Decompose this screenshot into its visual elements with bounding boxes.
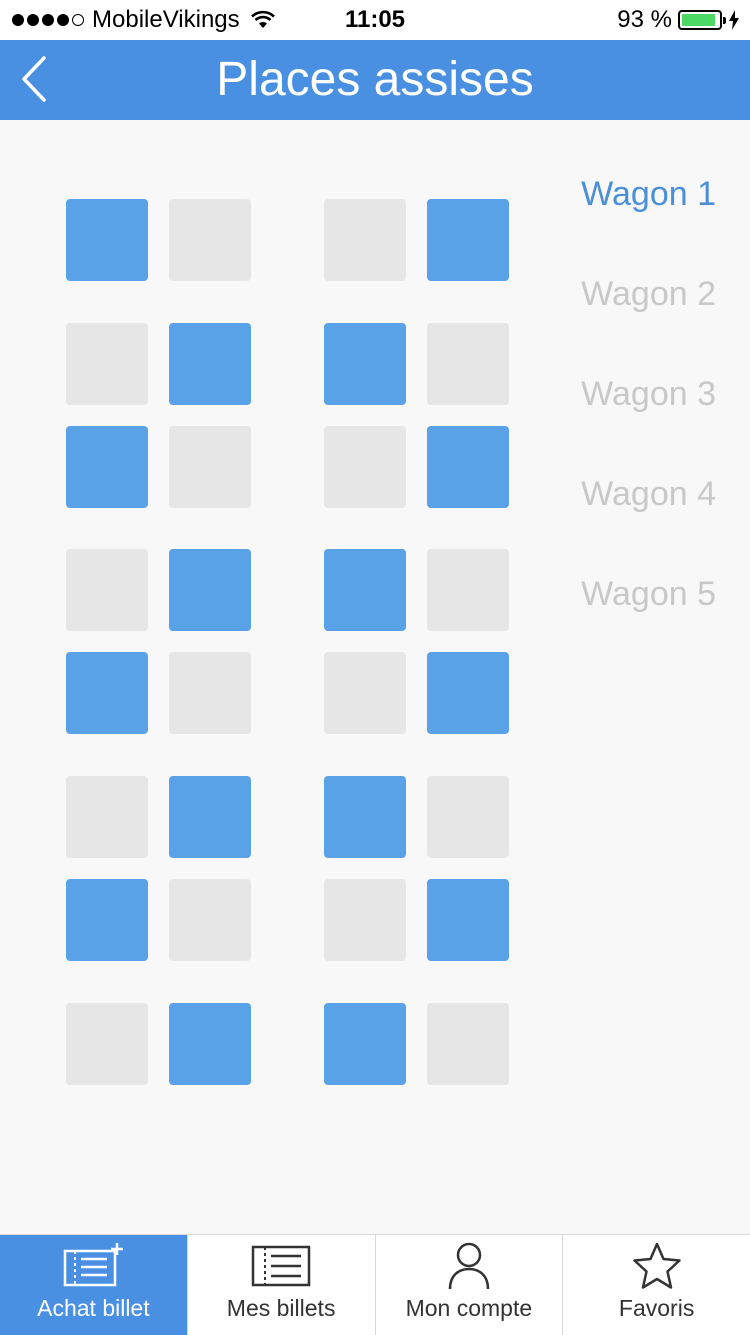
seat-taken[interactable] bbox=[66, 323, 148, 405]
seat-taken[interactable] bbox=[66, 1003, 148, 1085]
seat-available[interactable] bbox=[66, 199, 148, 281]
seat-available[interactable] bbox=[427, 879, 509, 961]
seat-taken[interactable] bbox=[427, 776, 509, 858]
tab-label: Mes billets bbox=[226, 1295, 336, 1321]
tab-achat-billet[interactable]: Achat billet bbox=[0, 1235, 188, 1335]
battery-percent: 93 % bbox=[617, 6, 672, 33]
seat-taken[interactable] bbox=[427, 323, 509, 405]
tab-label: Achat billet bbox=[37, 1295, 150, 1321]
page-title: Places assises bbox=[216, 53, 534, 106]
seat-available[interactable] bbox=[427, 426, 509, 508]
seat-available[interactable] bbox=[324, 1003, 406, 1085]
seat-taken[interactable] bbox=[66, 776, 148, 858]
seat-taken[interactable] bbox=[324, 426, 406, 508]
seat-taken[interactable] bbox=[169, 199, 251, 281]
status-bar: MobileVikings 11:05 93 % bbox=[0, 0, 750, 40]
seat-taken[interactable] bbox=[324, 652, 406, 734]
user-icon bbox=[448, 1242, 490, 1290]
seat-taken[interactable] bbox=[169, 426, 251, 508]
tab-label: Favoris bbox=[618, 1295, 695, 1321]
wagon-selector: Wagon 1 Wagon 2 Wagon 3 Wagon 4 Wagon 5 bbox=[581, 170, 716, 670]
tab-mes-billets[interactable]: Mes billets bbox=[188, 1235, 376, 1335]
tab-favoris[interactable]: Favoris bbox=[563, 1235, 750, 1335]
tab-mon-compte[interactable]: Mon compte bbox=[376, 1235, 564, 1335]
tab-bar: Achat billet Mes billets Mon compte Favo… bbox=[0, 1234, 750, 1335]
charging-icon bbox=[729, 10, 739, 30]
seat-available[interactable] bbox=[66, 652, 148, 734]
seat-map bbox=[0, 120, 540, 1234]
wagon-item-4[interactable]: Wagon 4 bbox=[581, 470, 716, 570]
seat-available[interactable] bbox=[324, 549, 406, 631]
seat-available[interactable] bbox=[427, 652, 509, 734]
nav-bar: Places assises bbox=[0, 40, 750, 120]
seat-available[interactable] bbox=[169, 1003, 251, 1085]
seat-available[interactable] bbox=[66, 426, 148, 508]
seat-taken[interactable] bbox=[66, 549, 148, 631]
star-icon bbox=[632, 1242, 681, 1289]
seat-available[interactable] bbox=[169, 323, 251, 405]
battery-icon bbox=[678, 10, 726, 30]
wagon-item-1[interactable]: Wagon 1 bbox=[581, 170, 716, 270]
seat-available[interactable] bbox=[66, 879, 148, 961]
seat-taken[interactable] bbox=[169, 879, 251, 961]
seat-taken[interactable] bbox=[427, 549, 509, 631]
seat-available[interactable] bbox=[324, 776, 406, 858]
seat-available[interactable] bbox=[324, 323, 406, 405]
ticket-add-icon bbox=[64, 1243, 124, 1287]
seat-taken[interactable] bbox=[427, 1003, 509, 1085]
ticket-icon bbox=[251, 1245, 311, 1287]
seat-taken[interactable] bbox=[324, 199, 406, 281]
seat-taken[interactable] bbox=[324, 879, 406, 961]
status-right: 93 % bbox=[617, 6, 740, 34]
seat-available[interactable] bbox=[169, 776, 251, 858]
tab-label: Mon compte bbox=[405, 1295, 533, 1321]
seat-available[interactable] bbox=[169, 549, 251, 631]
wagon-item-2[interactable]: Wagon 2 bbox=[581, 270, 716, 370]
seat-available[interactable] bbox=[427, 199, 509, 281]
wagon-item-5[interactable]: Wagon 5 bbox=[581, 570, 716, 670]
wagon-item-3[interactable]: Wagon 3 bbox=[581, 370, 716, 470]
seat-taken[interactable] bbox=[169, 652, 251, 734]
